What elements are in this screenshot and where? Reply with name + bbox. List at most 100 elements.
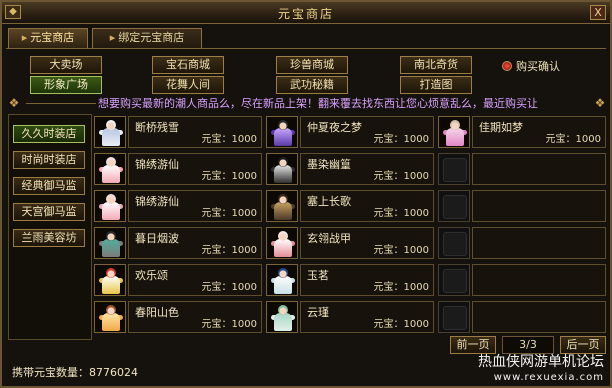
category-rare-goods[interactable]: 南北奇货 (400, 56, 472, 74)
category-image-plaza[interactable]: 形象广场 (30, 76, 102, 94)
item-portrait-slot[interactable] (266, 190, 298, 222)
purchase-confirm-label: 购买确认 (516, 60, 560, 73)
price-value: 1000 (403, 171, 429, 182)
item-info-panel[interactable]: 欢乐颂 元宝：1000 (128, 264, 262, 296)
item-portrait-slot[interactable] (94, 301, 126, 333)
shop-item-cell[interactable]: 佳期如梦 元宝：1000 (438, 116, 608, 150)
item-info-panel[interactable]: 断桥残雪 元宝：1000 (128, 116, 262, 148)
item-name: 春阳山色 (135, 306, 179, 319)
yuanbao-shop-window: ◆ 元宝商店 X ▸ 元宝商店 ▸ 绑定元宝商店 大卖场 宝石商城 珍兽商城 南北奇… (0, 0, 612, 388)
empty-item-slot[interactable] (438, 301, 470, 333)
shop-item-cell[interactable] (438, 227, 608, 261)
item-info-panel[interactable] (472, 153, 606, 185)
item-info-panel[interactable] (472, 227, 606, 259)
costume-portrait-icon (98, 304, 124, 332)
item-portrait-slot[interactable] (94, 190, 126, 222)
category-pet-mall[interactable]: 珍兽商城 (276, 56, 348, 74)
category-crafting-patterns[interactable]: 打造图 (400, 76, 472, 94)
item-info-panel[interactable] (472, 301, 606, 333)
item-info-panel[interactable]: 锦绣游仙 元宝：1000 (128, 153, 262, 185)
item-portrait-slot[interactable] (266, 116, 298, 148)
item-info-panel[interactable]: 佳期如梦 元宝：1000 (472, 116, 606, 148)
item-portrait-slot[interactable] (266, 153, 298, 185)
item-price: 元宝：1000 (202, 278, 257, 293)
empty-item-slot[interactable] (438, 153, 470, 185)
close-button[interactable]: X (590, 5, 606, 20)
item-info-panel[interactable]: 玉茗 元宝：1000 (300, 264, 434, 296)
item-portrait-slot[interactable] (266, 227, 298, 259)
sidebar-item-trendy-fashion[interactable]: 时尚时装店 (13, 151, 85, 169)
shop-item-cell[interactable]: 塞上长歌 元宝：1000 (266, 190, 436, 224)
item-info-panel[interactable]: 春阳山色元宝：1000 (128, 301, 262, 333)
window-title: 元宝商店 (277, 7, 334, 21)
shop-item-cell[interactable] (438, 301, 608, 335)
next-page-button[interactable]: 后一页 (560, 336, 606, 354)
tab-yuanbao-shop[interactable]: ▸ 元宝商店 (8, 28, 88, 48)
title-bar[interactable]: ◆ 元宝商店 X (2, 2, 610, 24)
tab-bound-yuanbao-shop[interactable]: ▸ 绑定元宝商店 (92, 28, 202, 48)
item-portrait-slot[interactable] (266, 264, 298, 296)
price-label: 元宝： (201, 171, 232, 182)
category-gem-mall[interactable]: 宝石商城 (152, 56, 224, 74)
shop-item-cell[interactable]: 锦绣游仙 元宝：1000 (94, 190, 264, 224)
item-portrait-slot[interactable] (94, 153, 126, 185)
item-name: 锦绣游仙 (135, 158, 179, 171)
item-info-panel[interactable]: 锦绣游仙 元宝：1000 (128, 190, 262, 222)
shop-item-cell[interactable] (438, 153, 608, 187)
item-portrait-slot[interactable] (94, 227, 126, 259)
price-label: 元宝： (373, 134, 404, 145)
category-flower-dance[interactable]: 花舞人间 (152, 76, 224, 94)
category-martial-manuals[interactable]: 武功秘籍 (276, 76, 348, 94)
purchase-confirm-toggle[interactable]: 购买确认 (502, 58, 560, 73)
item-portrait-slot[interactable] (438, 116, 470, 148)
sidebar-item-lanyu-beauty[interactable]: 兰雨美容坊 (13, 229, 85, 247)
watermark-title: 热血侠网游单机论坛 (478, 354, 604, 370)
item-price: 元宝：1000 (202, 241, 257, 256)
price-label: 元宝： (201, 282, 232, 293)
item-portrait-slot[interactable] (94, 116, 126, 148)
item-info-panel[interactable]: 墨染幽篁 元宝：1000 (300, 153, 434, 185)
item-portrait-slot[interactable] (94, 264, 126, 296)
item-info-panel[interactable]: 云瑾 元宝：1000 (300, 301, 434, 333)
sidebar-item-jiujiu-fashion[interactable]: 久久时装店 (13, 125, 85, 143)
item-info-panel[interactable]: 塞上长歌 元宝：1000 (300, 190, 434, 222)
shop-item-cell[interactable]: 春阳山色元宝：1000 (94, 301, 264, 335)
price-value: 1000 (231, 134, 257, 145)
shop-item-cell[interactable]: 暮日烟波 元宝：1000 (94, 227, 264, 261)
category-dahuichang[interactable]: 大卖场 (30, 56, 102, 74)
prev-page-button[interactable]: 前一页 (450, 336, 496, 354)
shop-item-cell[interactable] (438, 190, 608, 224)
shop-item-cell[interactable]: 玄翎战甲 元宝：1000 (266, 227, 436, 261)
item-info-panel[interactable] (472, 190, 606, 222)
price-value: 1000 (231, 282, 257, 293)
tab-marker-icon: ▸ (109, 31, 116, 44)
costume-portrait-icon (270, 304, 296, 332)
item-info-panel[interactable]: 仲夏夜之梦 元宝：1000 (300, 116, 434, 148)
shop-item-cell[interactable]: 云瑾 元宝：1000 (266, 301, 436, 335)
empty-item-slot[interactable] (438, 227, 470, 259)
shop-item-cell[interactable]: 墨染幽篁 元宝：1000 (266, 153, 436, 187)
scroll-ornament-right-icon: ❖ (594, 96, 606, 110)
shop-item-cell[interactable]: 断桥残雪 元宝：1000 (94, 116, 264, 150)
price-label: 元宝： (373, 245, 404, 256)
price-label: 元宝： (201, 319, 232, 330)
item-name: 玉茗 (307, 269, 329, 282)
shop-item-cell[interactable]: 玉茗 元宝：1000 (266, 264, 436, 298)
shop-item-cell[interactable]: 仲夏夜之梦 元宝：1000 (266, 116, 436, 150)
shop-item-cell[interactable]: 欢乐颂 元宝：1000 (94, 264, 264, 298)
item-info-panel[interactable]: 玄翎战甲 元宝：1000 (300, 227, 434, 259)
sidebar-item-classic-stable[interactable]: 经典御马监 (13, 177, 85, 195)
page-indicator: 3/3 (502, 336, 554, 354)
item-info-panel[interactable] (472, 264, 606, 296)
empty-item-slot[interactable] (438, 264, 470, 296)
item-price: 元宝：1000 (202, 315, 257, 330)
shop-item-cell[interactable] (438, 264, 608, 298)
item-portrait-slot[interactable] (266, 301, 298, 333)
item-info-panel[interactable]: 暮日烟波 元宝：1000 (128, 227, 262, 259)
radio-dot-icon[interactable] (502, 61, 512, 71)
sidebar-item-heavenly-stable[interactable]: 天宫御马监 (13, 203, 85, 221)
item-name: 锦绣游仙 (135, 195, 179, 208)
shop-item-cell[interactable]: 锦绣游仙 元宝：1000 (94, 153, 264, 187)
store-sidebar: 久久时装店 时尚时装店 经典御马监 天宫御马监 兰雨美容坊 (8, 114, 92, 340)
empty-item-slot[interactable] (438, 190, 470, 222)
